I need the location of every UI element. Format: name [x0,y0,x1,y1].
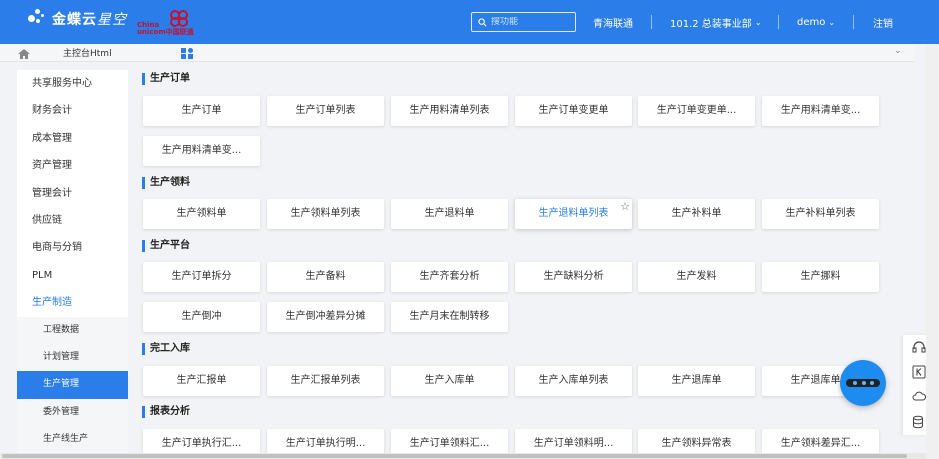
main-content: 生产订单 生产订单 生产订单列表 生产用料清单列表 生产订单变更单 生产订单变更… [135,62,915,459]
sidebar-subitem-production[interactable]: 生产管理 [17,371,128,399]
double-chevron-down-icon[interactable]: ⌄ [894,46,902,56]
function-card[interactable]: 生产订单 [143,96,260,126]
cloud-icon[interactable] [911,390,927,406]
function-card[interactable]: 生产发料 [638,262,755,292]
home-icon[interactable] [17,45,33,59]
sidebar-subitem-engineering[interactable]: 工程数据 [17,316,128,344]
sidebar-subitem-planning[interactable]: 计划管理 [17,343,128,372]
function-card[interactable]: 生产退料单 [391,199,508,229]
sidebar-item-assets[interactable]: 资产管理 [17,152,128,179]
function-card[interactable]: 生产备料 [267,262,384,292]
section-title: 生产订单 [142,73,190,85]
sidebar-item-cost[interactable]: 成本管理 [17,125,128,152]
function-card[interactable]: 生产补料单列表 [762,199,879,229]
function-search[interactable] [471,12,576,32]
brand-name: 金蝶云星空 [52,12,127,28]
function-card[interactable]: 生产订单变更单... [638,96,755,126]
tab-console-html[interactable]: 主控台Html [63,46,112,59]
assistant-robot-button[interactable] [840,360,886,406]
function-card[interactable]: 生产领料单 [143,199,260,229]
function-card[interactable]: 生产订单列表 [267,96,384,126]
scrollbar-thumb[interactable] [2,454,907,458]
function-card[interactable]: 生产倒冲差异分摊 [267,302,384,332]
function-card[interactable]: 生产补料单 [638,199,755,229]
chevron-down-icon: ⌄ [828,17,836,27]
star-icon[interactable]: ☆ [620,201,630,213]
function-card[interactable]: 生产退库单 [638,366,755,396]
k-shortcut-icon[interactable] [911,365,927,381]
sidebar-item-shared-service[interactable]: 共享服务中心 [17,70,128,97]
function-card[interactable]: 生产领料单列表 [267,199,384,229]
section-title: 报表分析 [142,406,190,418]
sidebar-item-management-accounting[interactable]: 管理会计 [17,180,128,207]
kingdee-logo[interactable]: 金蝶云星空 [28,9,127,29]
function-card[interactable]: 生产入库单 [391,366,508,396]
section-title: 完工入库 [142,343,190,355]
dept-selector[interactable]: 101.2 总装事业部 ⌄ [670,0,762,44]
function-card[interactable]: 生产汇报单列表 [267,366,384,396]
function-card[interactable]: 生产用料清单变... [143,136,260,166]
function-card[interactable]: 生产缺料分析 [515,262,632,292]
user-menu[interactable]: demo ⌄ [797,0,835,44]
cloud-logo-icon [28,9,48,29]
sidebar-subitem-outsourcing[interactable]: 委外管理 [17,398,128,427]
search-icon [478,17,487,26]
customer-service-icon[interactable] [911,341,927,357]
sidebar-item-plm[interactable]: PLM [17,262,128,289]
sidebar-subitem-line-production[interactable]: 生产线生产 [17,426,128,454]
section-title: 生产领料 [142,177,190,189]
database-icon[interactable] [911,415,927,431]
sidebar-item-finance[interactable]: 财务会计 [17,97,128,124]
sidebar-item-manufacturing[interactable]: 生产制造 [17,289,128,316]
top-header: 金蝶云星空 Chinaunicom中国联通 青海联通 101.2 总装事业部⌄ … [0,0,939,44]
function-card[interactable]: 生产汇报单 [143,366,260,396]
tab-bar: 主控台Html ⌄ [0,44,915,62]
section-title: 生产平台 [142,240,190,252]
function-card-hovered[interactable]: 生产退料单列表 ☆ [515,199,632,229]
function-card[interactable]: 生产倒冲 [143,302,260,332]
function-card[interactable]: 生产用料清单列表 [391,96,508,126]
sidebar-item-supply-chain[interactable]: 供应链 [17,207,128,234]
function-card[interactable]: 生产订单变更单 [515,96,632,126]
function-card[interactable]: 生产订单拆分 [143,262,260,292]
china-unicom-logo: China unicom中国联通 [137,8,195,38]
sidebar-item-ecommerce[interactable]: 电商与分销 [17,234,128,261]
apps-icon[interactable] [180,46,194,60]
org-selector[interactable]: 青海联通 [593,0,633,44]
search-input[interactable] [491,17,571,27]
vertical-scrollbar[interactable] [926,44,939,459]
function-card[interactable]: 生产齐套分析 [391,262,508,292]
chevron-down-icon: ⌄ [754,17,762,27]
sidebar: 共享服务中心 财务会计 成本管理 资产管理 管理会计 供应链 电商与分销 PLM… [17,70,128,459]
horizontal-scrollbar[interactable] [0,453,926,459]
function-card[interactable]: 生产月末在制转移 [391,302,508,332]
function-card[interactable]: 生产入库单列表 [515,366,632,396]
function-card[interactable]: 生产用料清单变... [762,96,879,126]
logout-link[interactable]: 注销 [873,0,893,44]
function-card[interactable]: 生产挪料 [762,262,879,292]
